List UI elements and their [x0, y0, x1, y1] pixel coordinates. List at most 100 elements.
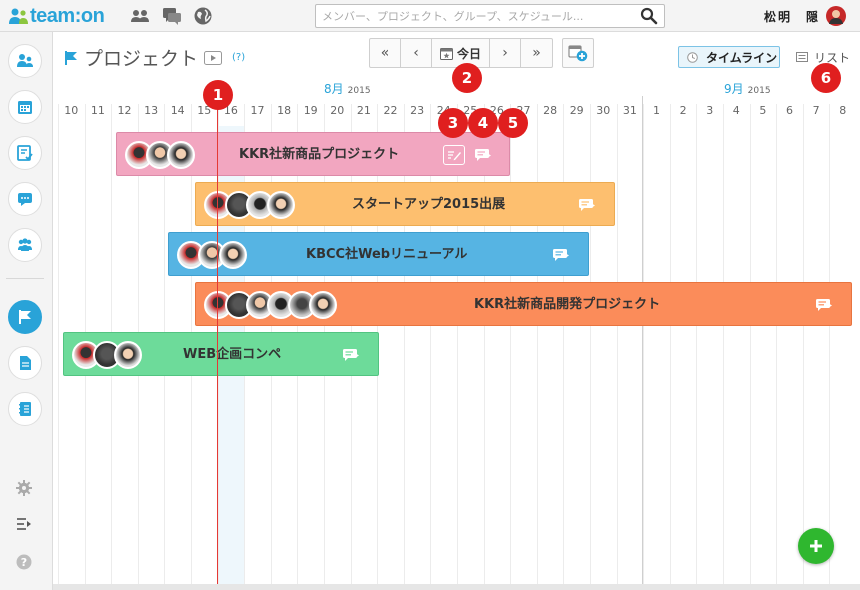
month-year: 2015	[347, 86, 371, 96]
timeline-view-button[interactable]: タイムライン	[678, 46, 780, 68]
day-label: 2	[679, 104, 687, 117]
day-gridline	[829, 104, 831, 590]
expand-menu-icon	[17, 518, 31, 530]
jump-back-button[interactable]: «	[370, 39, 401, 67]
member-avatar	[309, 291, 337, 319]
comment-icon	[343, 349, 359, 361]
user-menu[interactable]: 松明 隠	[764, 6, 846, 26]
sidebar-divider	[6, 278, 44, 279]
sidebar-calendar-button[interactable]	[8, 90, 42, 124]
today-label: 今日	[456, 46, 481, 61]
day-gridline	[58, 104, 59, 590]
project-bar[interactable]: スタートアップ2015出展	[195, 182, 615, 226]
app-logo[interactable]: team:on	[8, 4, 105, 28]
next-button[interactable]: ›	[490, 39, 521, 67]
edit-note-icon	[448, 151, 461, 161]
help-link[interactable]: (?)	[232, 52, 245, 63]
project-title: KBCC社Webリニューアル	[306, 247, 468, 262]
document-icon	[20, 356, 31, 370]
calendar-star-icon	[439, 47, 453, 60]
day-label: 18	[277, 104, 292, 117]
search-input[interactable]	[316, 5, 626, 28]
day-label: 13	[144, 104, 159, 117]
day-gridline	[430, 104, 432, 590]
month-header-september: 9月 2015	[724, 80, 771, 97]
logo-text: team:on	[30, 4, 105, 27]
global-search[interactable]	[315, 4, 665, 28]
globe-icon[interactable]	[193, 6, 213, 26]
project-bar[interactable]: KKR社新商品開発プロジェクト	[195, 282, 852, 326]
day-label: 29	[569, 104, 584, 117]
day-gridline	[590, 104, 591, 590]
sidebar-tasks-button[interactable]	[8, 136, 42, 170]
day-gridline	[616, 104, 618, 590]
day-label: 3	[706, 104, 714, 117]
comment-icon	[579, 199, 595, 211]
page-title: プロジェクト	[84, 48, 199, 70]
chat-icon	[18, 193, 32, 206]
sidebar-chat-button[interactable]	[8, 182, 42, 216]
project-comments-button[interactable]	[813, 295, 835, 315]
member-avatars	[72, 341, 142, 369]
add-project-button[interactable]	[562, 38, 594, 68]
day-gridline	[669, 104, 671, 590]
create-project-fab[interactable]	[798, 528, 834, 564]
svg-text:?: ?	[21, 556, 27, 569]
gear-icon	[16, 480, 32, 496]
comment-icon	[816, 299, 832, 311]
project-comments-button[interactable]	[472, 145, 494, 165]
settings-gear-button[interactable]	[14, 478, 34, 498]
horizontal-scrollbar[interactable]	[53, 584, 860, 590]
month-label: 8月	[324, 82, 344, 96]
project-bar[interactable]: KBCC社Webリニューアル	[168, 232, 589, 276]
page-header: プロジェクト (?)	[64, 44, 245, 71]
project-comments-button[interactable]	[550, 245, 572, 265]
prev-button[interactable]: ‹	[401, 39, 432, 67]
sidebar-contacts-button[interactable]	[8, 44, 42, 78]
today-marker-line	[217, 94, 218, 590]
member-avatars	[125, 141, 195, 169]
day-label: 10	[64, 104, 79, 117]
timeline-view-label: タイムライン	[706, 50, 778, 65]
collapse-sidebar-button[interactable]	[14, 514, 34, 534]
list-icon	[796, 52, 808, 62]
project-bar[interactable]: KKR社新商品プロジェクト	[116, 132, 510, 176]
user-name: 松明 隠	[763, 9, 820, 24]
tutorial-video-icon[interactable]	[204, 50, 223, 65]
day-label: 6	[785, 104, 793, 117]
sidebar-notebook-button[interactable]	[8, 392, 42, 426]
sidebar-projects-button[interactable]	[8, 300, 42, 334]
messages-icon[interactable]	[162, 6, 182, 26]
day-label: 7	[812, 104, 820, 117]
search-icon[interactable]	[640, 7, 658, 25]
project-comments-button[interactable]	[340, 345, 362, 365]
day-gridline	[563, 104, 565, 590]
day-gridline	[643, 104, 645, 590]
logo-people-icon	[9, 8, 28, 24]
project-title: KKR社新商品プロジェクト	[239, 147, 400, 162]
day-label: 1	[652, 104, 660, 117]
edit-project-button[interactable]	[443, 145, 465, 165]
project-comments-button[interactable]	[576, 195, 598, 215]
day-label: 17	[250, 104, 265, 117]
project-bar[interactable]: WEB企画コンペ	[63, 332, 379, 376]
notebook-icon	[19, 402, 31, 416]
jump-forward-button[interactable]: »	[521, 39, 552, 67]
help-button[interactable]: ?	[14, 552, 34, 572]
sidebar-groups-button[interactable]	[8, 228, 42, 262]
flag-icon	[19, 310, 31, 324]
day-gridline	[483, 104, 485, 590]
project-title: KKR社新商品開発プロジェクト	[474, 297, 661, 312]
day-gridline	[696, 104, 698, 590]
day-label: 11	[90, 104, 105, 117]
member-avatar	[167, 141, 195, 169]
member-avatar	[219, 241, 247, 269]
user-avatar[interactable]	[826, 6, 846, 26]
day-gridline	[776, 104, 778, 590]
members-icon[interactable]	[130, 6, 150, 26]
sidebar-documents-button[interactable]	[8, 346, 42, 380]
plus-icon	[810, 540, 822, 552]
annotation-badge: 5	[498, 108, 528, 138]
today-button[interactable]: 今日	[432, 39, 490, 67]
comment-icon	[553, 249, 569, 261]
